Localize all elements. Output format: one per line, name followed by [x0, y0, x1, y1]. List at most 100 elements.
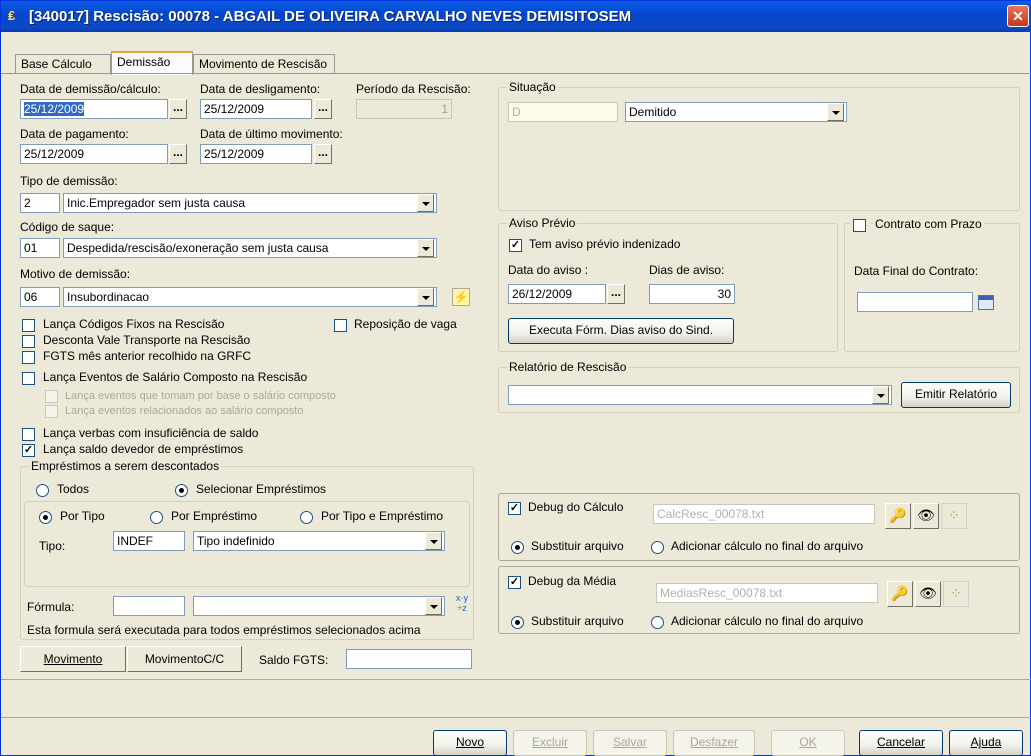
- debug-media-substituir-label: Substituir arquivo: [531, 614, 624, 628]
- movimento-button[interactable]: Movimento: [20, 646, 126, 672]
- debug-calculo-file-input[interactable]: CalcResc_00078.txt: [653, 504, 875, 524]
- tipo-demissao-dropdown-icon[interactable]: [417, 194, 434, 212]
- data-ultimo-movimento-label: Data de último movimento:: [200, 127, 343, 141]
- debug-calculo-browse-icon[interactable]: 🔑: [885, 503, 911, 529]
- codigo-saque-select[interactable]: Despedida/rescisão/exoneração sem justa …: [63, 238, 437, 258]
- salvar-button[interactable]: Salvar: [593, 730, 667, 756]
- debug-calculo-clear-icon[interactable]: ⁘: [941, 503, 967, 529]
- tab-base-calculo[interactable]: Base Cálculo: [15, 54, 111, 74]
- debug-calculo-view-icon[interactable]: 👁: [913, 503, 939, 529]
- data-desligamento-input[interactable]: 25/12/2009: [200, 99, 312, 119]
- todos-radio[interactable]: [36, 484, 49, 497]
- motivo-demissao-select[interactable]: Insubordinacao: [63, 287, 437, 307]
- ok-button-label: OK: [799, 735, 817, 749]
- debug-media-view-icon[interactable]: 👁: [915, 581, 941, 607]
- formula-label: Fórmula:: [27, 600, 75, 614]
- close-button[interactable]: ✕: [1007, 5, 1029, 27]
- lanca-verbas-checkbox[interactable]: [22, 428, 35, 441]
- codigo-saque-dropdown-icon[interactable]: [417, 239, 434, 257]
- tab-movimento-rescisao[interactable]: Movimento de Rescisão: [193, 54, 335, 74]
- excluir-button[interactable]: Excluir: [513, 730, 587, 756]
- tipo-demissao-label: Tipo de demissão:: [20, 174, 118, 188]
- desconta-vale-checkbox[interactable]: [22, 335, 35, 348]
- debug-calculo-substituir-label: Substituir arquivo: [531, 539, 624, 553]
- selecionar-emprestimos-radio[interactable]: [175, 484, 188, 497]
- data-pagamento-picker-button[interactable]: ...: [169, 144, 187, 164]
- contrato-prazo-label: Contrato com Prazo: [873, 217, 984, 231]
- por-tipo-emprestimo-radio[interactable]: [300, 511, 313, 524]
- debug-calculo-substituir-radio[interactable]: [511, 541, 524, 554]
- cancelar-button[interactable]: Cancelar: [859, 730, 943, 756]
- debug-media-browse-icon[interactable]: 🔑: [887, 581, 913, 607]
- data-pagamento-input[interactable]: 25/12/2009: [20, 144, 168, 164]
- por-emprestimo-radio[interactable]: [150, 511, 163, 524]
- lanca-saldo-checkbox[interactable]: ✓: [22, 444, 35, 457]
- periodo-rescisao-input[interactable]: 1: [356, 99, 452, 119]
- data-aviso-picker-button[interactable]: ...: [607, 284, 625, 304]
- data-ultimo-movimento-picker-button[interactable]: ...: [314, 144, 332, 164]
- emitir-relatorio-button[interactable]: Emitir Relatório: [901, 382, 1011, 408]
- desconta-vale-label: Desconta Vale Transporte na Rescisão: [43, 333, 251, 347]
- contrato-prazo-checkbox[interactable]: [853, 219, 866, 232]
- movimento-cc-button[interactable]: MovimentoC/C: [127, 646, 242, 672]
- tipo-emprestimo-code-input[interactable]: INDEF: [113, 531, 185, 551]
- lanca-codigos-checkbox[interactable]: [22, 319, 35, 332]
- lanca-base-checkbox[interactable]: [45, 390, 58, 403]
- data-demissao-picker-button[interactable]: ...: [169, 99, 187, 119]
- formula-select[interactable]: [193, 596, 445, 616]
- data-desligamento-picker-button[interactable]: ...: [314, 99, 332, 119]
- debug-media-file-input[interactable]: MediasResc_00078.txt: [656, 583, 878, 603]
- data-final-contrato-input[interactable]: [857, 292, 973, 312]
- sort-icon[interactable]: x·y ÷z: [453, 593, 471, 617]
- debug-media-clear-icon[interactable]: ⁘: [943, 581, 969, 607]
- relatorio-select[interactable]: [508, 385, 892, 405]
- debug-media-checkbox[interactable]: ✓: [508, 576, 521, 589]
- tem-aviso-checkbox[interactable]: ✓: [509, 239, 522, 252]
- lanca-codigos-label: Lança Códigos Fixos na Rescisão: [43, 317, 225, 331]
- motivo-demissao-label: Motivo de demissão:: [20, 267, 131, 281]
- tipo-emprestimo-select[interactable]: Tipo indefinido: [193, 531, 445, 551]
- lanca-eventos-checkbox[interactable]: [22, 372, 35, 385]
- debug-media-adicionar-radio[interactable]: [651, 616, 664, 629]
- formula-code-input[interactable]: [113, 596, 185, 616]
- relatorio-group-title: Relatório de Rescisão: [507, 360, 629, 374]
- motivo-demissao-code-input[interactable]: 06: [20, 287, 60, 307]
- ajuda-button-label: Ajuda: [970, 735, 1002, 749]
- fgts-mes-checkbox[interactable]: [22, 351, 35, 364]
- situacao-code-input[interactable]: D: [508, 102, 618, 122]
- data-aviso-input[interactable]: 26/12/2009: [508, 284, 606, 304]
- calendar-icon[interactable]: [978, 295, 994, 310]
- ok-button[interactable]: OK: [771, 730, 845, 756]
- saldo-fgts-label: Saldo FGTS:: [259, 653, 329, 667]
- data-aviso-label: Data do aviso :: [508, 263, 589, 277]
- situacao-select[interactable]: Demitido: [625, 102, 847, 122]
- debug-calculo-checkbox[interactable]: ✓: [508, 502, 521, 515]
- novo-button[interactable]: Novo: [433, 730, 507, 756]
- ajuda-button[interactable]: Ajuda: [949, 730, 1023, 756]
- por-tipo-radio[interactable]: [39, 511, 52, 524]
- motivo-demissao-dropdown-icon[interactable]: [417, 288, 434, 306]
- relatorio-dropdown-icon[interactable]: [872, 386, 889, 404]
- fgts-mes-label: FGTS mês anterior recolhido na GRFC: [43, 349, 252, 363]
- situacao-dropdown-icon[interactable]: [827, 103, 844, 121]
- tipo-emprestimo-dropdown-icon[interactable]: [425, 532, 442, 550]
- lanca-relacionados-checkbox[interactable]: [45, 405, 58, 418]
- tab-demissao[interactable]: Demissão: [111, 51, 193, 75]
- debug-media-substituir-radio[interactable]: [511, 616, 524, 629]
- saldo-fgts-input[interactable]: [346, 649, 472, 669]
- movimento-button-label: Movimento: [43, 652, 103, 666]
- lightning-icon[interactable]: ⚡: [452, 288, 470, 306]
- data-demissao-input[interactable]: 25/12/2009: [20, 99, 168, 119]
- formula-dropdown-icon[interactable]: [425, 597, 442, 615]
- title-bar[interactable]: ₤ [340017] Rescisão: 00078 - ABGAIL DE O…: [1, 1, 1031, 32]
- dias-aviso-input[interactable]: 30: [649, 284, 735, 304]
- codigo-saque-code-input[interactable]: 01: [20, 238, 60, 258]
- por-tipo-label: Por Tipo: [60, 509, 105, 523]
- tipo-demissao-select[interactable]: Inic.Empregador sem justa causa: [63, 193, 437, 213]
- reposicao-vaga-checkbox[interactable]: [334, 319, 347, 332]
- desfazer-button[interactable]: Desfazer: [673, 730, 755, 756]
- tipo-demissao-code-input[interactable]: 2: [20, 193, 60, 213]
- executa-formula-button[interactable]: Executa Fórm. Dias aviso do Sind.: [508, 318, 734, 344]
- data-ultimo-movimento-input[interactable]: 25/12/2009: [200, 144, 312, 164]
- debug-calculo-adicionar-radio[interactable]: [651, 541, 664, 554]
